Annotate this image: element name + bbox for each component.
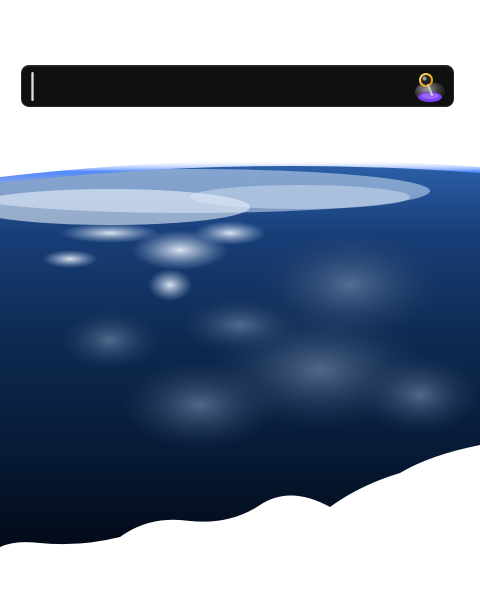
search-pin-icon <box>415 73 445 102</box>
search-screen <box>0 0 480 602</box>
earth-orbit-image <box>0 155 480 602</box>
search-input[interactable] <box>32 70 402 102</box>
text-caret <box>31 72 34 101</box>
search-bar <box>21 65 454 107</box>
search-button[interactable] <box>413 70 447 104</box>
